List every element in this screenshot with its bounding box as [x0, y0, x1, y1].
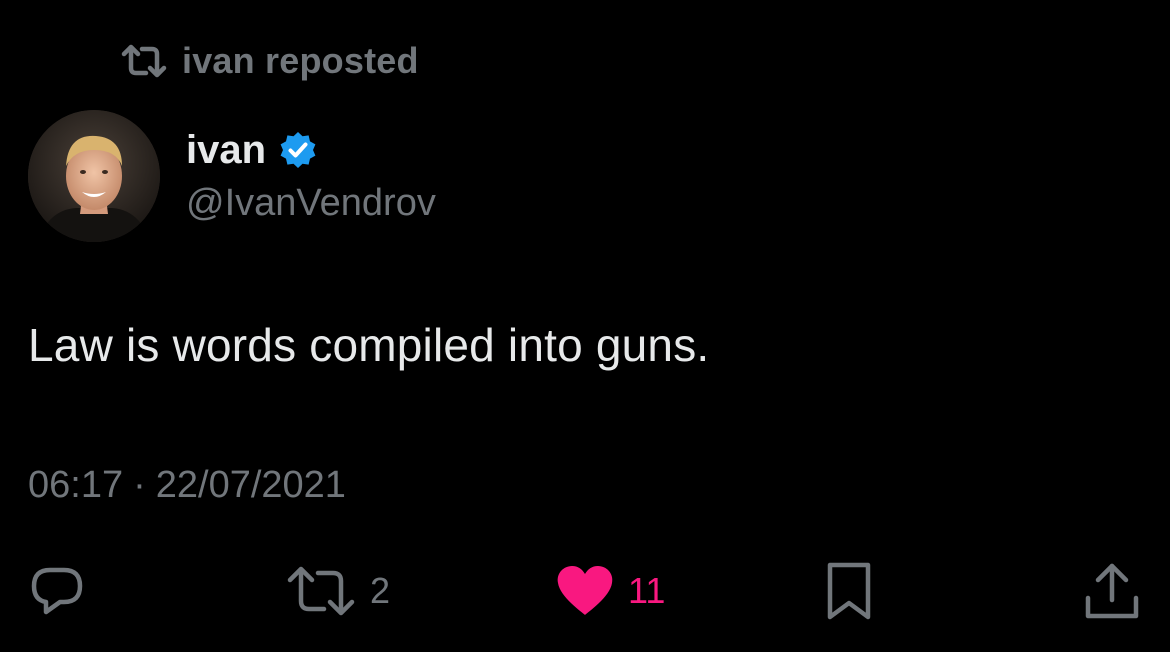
timestamp-date: 22/07/2021	[155, 464, 346, 506]
bookmark-button[interactable]	[826, 556, 872, 626]
share-button[interactable]	[1084, 556, 1140, 626]
repost-button[interactable]: 2	[286, 556, 390, 626]
repost-banner-text: ivan reposted	[182, 40, 419, 81]
reply-icon	[28, 562, 86, 620]
timestamp-time: 06:17	[28, 464, 124, 506]
user-handle[interactable]: @IvanVendrov	[186, 182, 436, 225]
verified-badge-icon[interactable]	[278, 130, 318, 170]
reply-button[interactable]	[28, 556, 86, 626]
timestamp[interactable]: 06:17 · 22/07/2021	[28, 464, 346, 507]
share-icon	[1084, 562, 1140, 620]
like-button[interactable]: 11	[556, 556, 665, 626]
timestamp-separator: ·	[133, 464, 146, 506]
tweet-text: Law is words compiled into guns.	[28, 319, 710, 371]
avatar[interactable]	[28, 110, 160, 242]
repost-count: 2	[370, 570, 391, 611]
like-count: 11	[628, 570, 666, 611]
repost-icon	[286, 565, 356, 617]
author-block[interactable]: ivan @IvanVendrov	[186, 124, 436, 225]
name-row: ivan	[186, 124, 436, 176]
repost-icon	[120, 44, 168, 78]
bookmark-icon	[826, 561, 872, 621]
display-name[interactable]: ivan	[186, 128, 266, 173]
action-bar: 2 11	[0, 556, 1170, 626]
heart-icon	[556, 565, 614, 617]
repost-banner[interactable]: ivan reposted	[120, 38, 419, 84]
